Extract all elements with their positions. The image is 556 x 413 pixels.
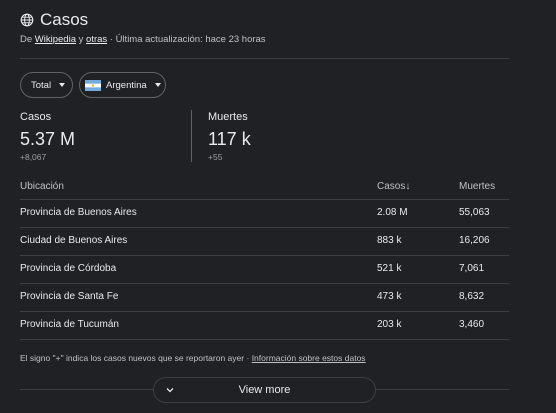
table-row: Provincia de Tucumán 203 k 3,460	[20, 311, 509, 339]
source-prefix: De	[20, 34, 33, 45]
deaths-stat-delta: +55	[208, 152, 223, 162]
row-location: Provincia de Santa Fe	[20, 291, 119, 302]
table-row: Provincia de Santa Fe 473 k 8,632	[20, 283, 509, 311]
source-line: De Wikipedia y otras · Última actualizac…	[20, 34, 266, 45]
caret-down-icon	[154, 83, 161, 87]
table-row: Provincia de Buenos Aires 2.08 M 55,063	[20, 199, 509, 227]
row-location: Provincia de Buenos Aires	[20, 207, 137, 218]
row-location: Provincia de Córdoba	[20, 263, 117, 274]
data-info-link[interactable]: Información sobre estos datos	[252, 353, 366, 363]
deaths-column-header: Muertes	[459, 181, 496, 192]
header-divider	[20, 58, 509, 59]
region-filter-dropdown[interactable]: Argentina	[79, 72, 166, 98]
row-cases: 473 k	[377, 291, 402, 302]
sort-descending-icon: ↓	[405, 181, 411, 192]
other-sources-link[interactable]: otras	[86, 34, 107, 45]
footnote-separator: ·	[246, 353, 250, 363]
row-deaths: 3,460	[459, 319, 485, 330]
cases-stat-delta: +8,067	[20, 152, 47, 162]
panel-header: Casos	[20, 10, 88, 30]
row-location: Provincia de Tucumán	[20, 319, 119, 330]
deaths-stat-label: Muertes	[208, 111, 248, 123]
view-more-button[interactable]: View more	[153, 377, 376, 403]
view-more-label: View more	[238, 384, 291, 396]
row-deaths: 7,061	[459, 263, 485, 274]
data-footnote: El signo "+" indica los casos nuevos que…	[20, 353, 366, 363]
row-cases: 203 k	[377, 319, 402, 330]
last-updated-text: · Última actualización: hace 23 horas	[109, 34, 266, 45]
row-cases: 521 k	[377, 263, 402, 274]
row-divider	[20, 339, 509, 340]
covid-cases-panel: Casos De Wikipedia y otras · Última actu…	[0, 0, 556, 413]
location-column-header: Ubicación	[20, 181, 64, 192]
stats-divider	[191, 110, 192, 162]
table-row: Provincia de Córdoba 521 k 7,061	[20, 255, 509, 283]
page-title: Casos	[40, 10, 89, 29]
table-row: Ciudad de Buenos Aires 883 k 16,206	[20, 227, 509, 255]
globe-icon	[20, 13, 34, 27]
row-deaths: 55,063	[459, 207, 490, 218]
total-filter-dropdown[interactable]: Total	[20, 72, 73, 98]
row-deaths: 16,206	[459, 235, 490, 246]
argentina-flag-icon	[85, 79, 101, 91]
row-cases: 2.08 M	[377, 207, 408, 218]
region-filter-label: Argentina	[106, 79, 147, 91]
row-cases: 883 k	[377, 235, 402, 246]
footnote-text: El signo "+" indica los casos nuevos que…	[20, 353, 245, 363]
deaths-stat-value: 117 k	[208, 129, 251, 149]
cases-stat-value: 5.37 M	[20, 129, 76, 149]
source-conjunction: y	[78, 34, 84, 45]
cases-column-header-label: Casos	[377, 181, 406, 192]
row-location: Ciudad de Buenos Aires	[20, 235, 128, 246]
cases-stat-label: Casos	[20, 111, 52, 123]
cases-column-header[interactable]: Casos↓	[377, 181, 410, 192]
caret-down-icon	[59, 83, 66, 87]
wikipedia-link[interactable]: Wikipedia	[35, 34, 76, 45]
total-filter-label: Total	[31, 79, 52, 91]
row-deaths: 8,632	[459, 291, 485, 302]
